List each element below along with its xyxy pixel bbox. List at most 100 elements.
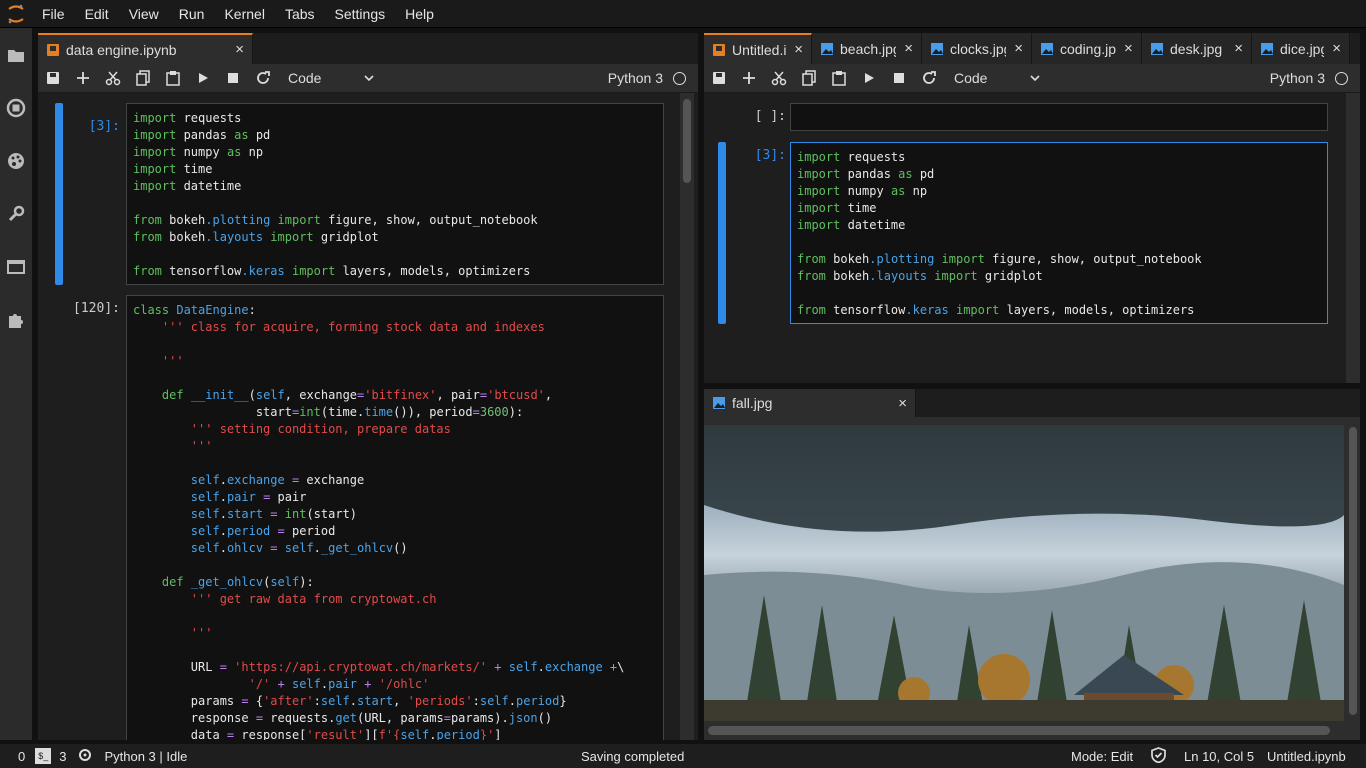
- code-editor[interactable]: [790, 103, 1328, 131]
- paste-icon[interactable]: [824, 64, 854, 93]
- image-tabbar: fall.jpg ×: [704, 389, 1360, 417]
- tab-beach[interactable]: beach.jpg ×: [812, 33, 922, 64]
- stop-icon[interactable]: [884, 64, 914, 93]
- close-icon[interactable]: ×: [1014, 40, 1023, 57]
- terminal-icon: $_: [35, 748, 52, 764]
- right-toolbar: Code Python 3: [704, 64, 1360, 93]
- scrollbar-thumb[interactable]: [708, 726, 1330, 735]
- run-icon[interactable]: [854, 64, 884, 93]
- code-editor[interactable]: class DataEngine: ''' class for acquire,…: [126, 295, 664, 740]
- vertical-scrollbar[interactable]: [680, 93, 694, 740]
- kernel-gear-icon: [78, 748, 92, 765]
- tab-data-engine[interactable]: data engine.ipynb ×: [38, 33, 253, 64]
- palette-icon[interactable]: [0, 134, 32, 187]
- shield-icon: [1151, 746, 1166, 766]
- menu-help[interactable]: Help: [395, 0, 444, 28]
- menu-file[interactable]: File: [32, 0, 75, 28]
- kernel-count: 3: [59, 748, 67, 764]
- cut-icon[interactable]: [98, 64, 128, 93]
- copy-icon[interactable]: [794, 64, 824, 93]
- tab-label: beach.jpg: [840, 40, 897, 57]
- tab-desk[interactable]: desk.jpg ×: [1142, 33, 1252, 64]
- running-kernels-icon[interactable]: [0, 81, 32, 134]
- cell-type-select[interactable]: Code: [954, 70, 1040, 86]
- right-notebook-area: [ ]: [3]: import requests import pandas …: [704, 93, 1360, 383]
- restart-icon[interactable]: [914, 64, 944, 93]
- copy-icon[interactable]: [128, 64, 158, 93]
- close-icon[interactable]: ×: [794, 41, 803, 58]
- tabs-icon[interactable]: [0, 240, 32, 293]
- add-cell-icon[interactable]: [68, 64, 98, 93]
- right-notebook-panel: Untitled.ipynb × beach.jpg × clocks.jpg …: [704, 33, 1360, 383]
- horizontal-scrollbar[interactable]: [704, 722, 1344, 740]
- tab-clocks[interactable]: clocks.jpg ×: [922, 33, 1032, 64]
- menu-view[interactable]: View: [119, 0, 169, 28]
- vertical-scrollbar[interactable]: [1346, 425, 1360, 721]
- run-icon[interactable]: [188, 64, 218, 93]
- tab-label: dice.jpg: [1280, 40, 1325, 57]
- kernel-name[interactable]: Python 3: [1270, 70, 1325, 86]
- code-editor[interactable]: import requests import pandas as pd impo…: [126, 103, 664, 285]
- folder-icon[interactable]: [0, 28, 32, 81]
- tab-coding[interactable]: coding.jpg ×: [1032, 33, 1142, 64]
- cell-prompt: [3]:: [88, 119, 120, 134]
- active-file-name: Untitled.ipynb: [1267, 748, 1346, 764]
- tab-label: clocks.jpg: [950, 40, 1007, 57]
- empty-code-cell[interactable]: [ ]:: [704, 103, 1344, 133]
- kernel-name[interactable]: Python 3: [608, 70, 663, 86]
- cursor-position[interactable]: Ln 10, Col 5: [1184, 749, 1254, 764]
- mode-indicator: Mode: Edit: [1071, 748, 1134, 764]
- tab-dice[interactable]: dice.jpg ×: [1252, 33, 1350, 64]
- image-icon: [1260, 42, 1274, 56]
- paste-icon[interactable]: [158, 64, 188, 93]
- tab-label: desk.jpg: [1170, 40, 1223, 57]
- chevron-down-icon: [1030, 75, 1040, 81]
- image-icon: [820, 42, 834, 56]
- save-icon[interactable]: [704, 64, 734, 93]
- close-icon[interactable]: ×: [1332, 40, 1341, 57]
- cell-prompt: [120]:: [73, 301, 120, 316]
- code-cell[interactable]: [3]: import requests import pandas as pd…: [704, 142, 1344, 324]
- add-cell-icon[interactable]: [734, 64, 764, 93]
- extension-icon[interactable]: [0, 293, 32, 346]
- stop-icon[interactable]: [218, 64, 248, 93]
- status-message: Saving completed: [581, 748, 685, 764]
- tab-fall[interactable]: fall.jpg ×: [704, 389, 916, 417]
- menu-settings[interactable]: Settings: [325, 0, 396, 28]
- cell-type-label: Code: [954, 70, 988, 86]
- menu-kernel[interactable]: Kernel: [214, 0, 274, 28]
- cell-active-bar: [718, 142, 726, 324]
- fall-image: [704, 425, 1344, 721]
- restart-icon[interactable]: [248, 64, 278, 93]
- tab-untitled[interactable]: Untitled.ipynb ×: [704, 33, 812, 64]
- close-icon[interactable]: ×: [904, 40, 913, 57]
- code-cell[interactable]: [3]: import requests import pandas as pd…: [38, 103, 678, 287]
- tab-label: coding.jpg: [1060, 40, 1116, 57]
- left-notebook-panel: data engine.ipynb × Code Python 3 [3]: i…: [38, 33, 698, 740]
- scrollbar-thumb[interactable]: [683, 99, 691, 183]
- close-icon[interactable]: ×: [898, 395, 907, 412]
- image-icon: [712, 396, 726, 410]
- menu-edit[interactable]: Edit: [75, 0, 119, 28]
- menu-run[interactable]: Run: [169, 0, 215, 28]
- menu-tabs[interactable]: Tabs: [275, 0, 325, 28]
- save-icon[interactable]: [38, 64, 68, 93]
- vertical-scrollbar[interactable]: [1346, 93, 1360, 383]
- kernel-status[interactable]: Python 3 | Idle: [104, 749, 187, 764]
- scrollbar-thumb[interactable]: [1349, 427, 1357, 715]
- cell-prompt: [3]:: [754, 148, 786, 163]
- close-icon[interactable]: ×: [235, 41, 244, 58]
- code-cell[interactable]: [120]: class DataEngine: ''' class for a…: [38, 295, 678, 740]
- wrench-icon[interactable]: [0, 187, 32, 240]
- image-icon: [1150, 42, 1164, 56]
- code-editor[interactable]: import requests import pandas as pd impo…: [790, 142, 1328, 324]
- close-icon[interactable]: ×: [1234, 40, 1243, 57]
- close-icon[interactable]: ×: [1124, 40, 1133, 57]
- kernel-status-icon: [673, 71, 686, 85]
- cut-icon[interactable]: [764, 64, 794, 93]
- cell-prompt: [ ]:: [754, 109, 786, 124]
- left-tabbar: data engine.ipynb ×: [38, 33, 698, 64]
- cell-type-select[interactable]: Code: [288, 70, 374, 86]
- left-notebook-area: [3]: import requests import pandas as pd…: [38, 93, 698, 740]
- left-sidebar: [0, 28, 32, 740]
